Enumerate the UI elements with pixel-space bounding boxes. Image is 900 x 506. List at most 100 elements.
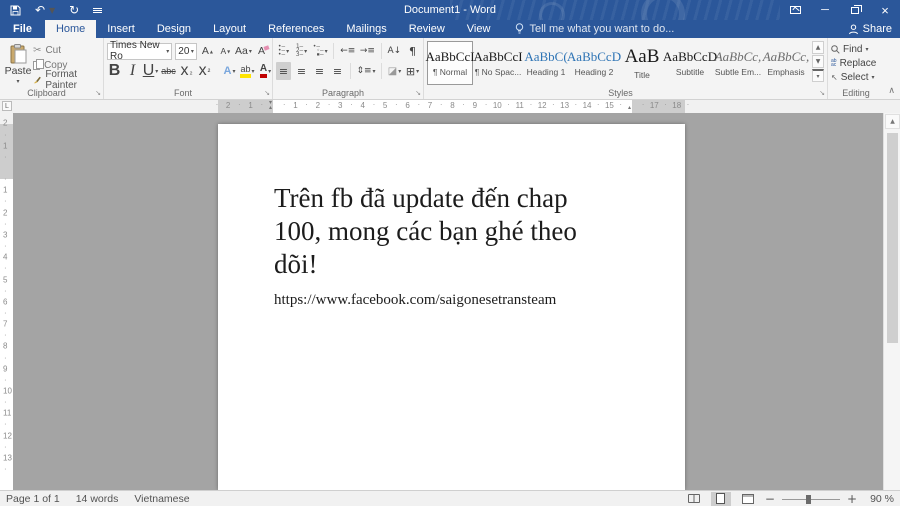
align-center-button[interactable]: ≡ bbox=[294, 62, 309, 80]
font-dialog-launcher-icon[interactable]: ↘ bbox=[264, 89, 270, 97]
ribbon-display-options-icon[interactable] bbox=[780, 0, 810, 20]
tab-view[interactable]: View bbox=[456, 20, 502, 38]
copy-icon bbox=[33, 61, 40, 70]
styles-gallery-more-icon[interactable]: ▾ bbox=[812, 69, 824, 82]
group-font: Times New Ro▾ 20▾ A▲ A▼ Aa▾ A B I U▾ abc… bbox=[104, 38, 273, 99]
tab-stop-selector[interactable]: L bbox=[2, 101, 12, 111]
tab-design[interactable]: Design bbox=[146, 20, 202, 38]
replace-button[interactable]: ab ac Replace bbox=[831, 56, 881, 70]
change-case-button[interactable]: Aa▾ bbox=[236, 42, 251, 60]
subscript-button[interactable]: x₂ bbox=[179, 62, 194, 80]
bullets-button[interactable]: •— •— •—▾ bbox=[276, 42, 291, 60]
decrease-indent-button[interactable]: ←≡ bbox=[339, 42, 356, 60]
align-left-button[interactable]: ≡ bbox=[276, 62, 291, 80]
style-heading-1[interactable]: AaBbC(Heading 1 bbox=[523, 41, 569, 85]
read-mode-button[interactable] bbox=[684, 492, 704, 506]
paste-button[interactable]: Paste ▾ bbox=[3, 41, 33, 87]
styles-dialog-launcher-icon[interactable]: ↘ bbox=[819, 89, 825, 97]
style-heading-2[interactable]: AaBbCcDHeading 2 bbox=[571, 41, 617, 85]
close-button[interactable]: × bbox=[870, 0, 900, 20]
indent-markers-icon[interactable]: ▾▴ bbox=[269, 100, 272, 110]
group-editing: Find▾ ab ac Replace ↖ Select▾ Editing bbox=[828, 38, 884, 99]
document-paragraph[interactable]: Trên fb đã update đến chap 100, mong các… bbox=[274, 182, 610, 281]
tab-insert[interactable]: Insert bbox=[96, 20, 146, 38]
cut-icon: ✂ bbox=[33, 45, 41, 56]
zoom-out-button[interactable]: − bbox=[765, 492, 775, 506]
scroll-up-icon[interactable]: ▲ bbox=[885, 114, 900, 129]
paste-dropdown-icon[interactable]: ▾ bbox=[17, 78, 20, 85]
style-normal[interactable]: AaBbCcI¶ Normal bbox=[427, 41, 473, 85]
collapse-ribbon-icon[interactable]: ∧ bbox=[888, 86, 895, 96]
borders-button[interactable]: ⊞▾ bbox=[405, 62, 420, 80]
vertical-ruler[interactable]: 2112345678910111213················· bbox=[0, 113, 13, 490]
style-title[interactable]: AaBTitle bbox=[619, 41, 665, 85]
replace-icon: ab ac bbox=[831, 59, 837, 67]
tab-home[interactable]: Home bbox=[45, 20, 96, 38]
borders-icon: ⊞ bbox=[406, 65, 415, 78]
sort-button[interactable]: A↓ bbox=[387, 42, 402, 60]
text-effects-button[interactable]: A▾ bbox=[222, 62, 237, 80]
web-layout-button[interactable] bbox=[738, 492, 758, 506]
print-layout-icon bbox=[716, 493, 725, 504]
language-status[interactable]: Vietnamese bbox=[134, 493, 189, 505]
paragraph-dialog-launcher-icon[interactable]: ↘ bbox=[415, 89, 421, 97]
numbering-button[interactable]: 1— 2— 3—▾ bbox=[294, 42, 309, 60]
format-painter-button[interactable]: Format Painter bbox=[33, 73, 100, 87]
font-color-button[interactable]: A▾ bbox=[258, 62, 273, 80]
shrink-font-button[interactable]: A▼ bbox=[218, 42, 233, 60]
document-link-text[interactable]: https://www.facebook.com/saigonesetranst… bbox=[274, 292, 556, 309]
word-count-status[interactable]: 14 words bbox=[76, 493, 119, 505]
multilevel-list-button[interactable]: •— ◦— ▪—▾ bbox=[312, 42, 328, 60]
tab-references[interactable]: References bbox=[257, 20, 335, 38]
style-no-spacing[interactable]: AaBbCcI¶ No Spac... bbox=[475, 41, 521, 85]
style-subtitle[interactable]: AaBbCcDSubtitle bbox=[667, 41, 713, 85]
highlight-color-button[interactable]: ab▾ bbox=[240, 62, 255, 80]
zoom-slider-thumb[interactable] bbox=[806, 495, 811, 504]
style-subtle-emphasis[interactable]: AaBbCc,Subtle Em... bbox=[715, 41, 761, 85]
underline-button[interactable]: U▾ bbox=[143, 62, 158, 80]
font-size-combobox[interactable]: 20▾ bbox=[175, 43, 197, 60]
styles-scroll-down-icon[interactable]: ▼ bbox=[812, 55, 824, 68]
bullets-icon: •— •— •— bbox=[278, 45, 285, 57]
zoom-in-button[interactable]: + bbox=[847, 492, 857, 506]
grow-font-button[interactable]: A▲ bbox=[200, 42, 215, 60]
italic-button[interactable]: I bbox=[125, 62, 140, 80]
select-button[interactable]: ↖ Select▾ bbox=[831, 70, 881, 84]
share-button[interactable]: Share bbox=[848, 20, 892, 38]
styles-scroll-up-icon[interactable]: ▲ bbox=[812, 41, 824, 54]
text-effects-icon: A bbox=[224, 65, 232, 77]
tab-layout[interactable]: Layout bbox=[202, 20, 257, 38]
tab-mailings[interactable]: Mailings bbox=[335, 20, 397, 38]
zoom-level[interactable]: 90 % bbox=[864, 493, 894, 505]
document-page[interactable]: Trên fb đã update đến chap 100, mong các… bbox=[218, 124, 685, 490]
superscript-button[interactable]: x² bbox=[197, 62, 212, 80]
cut-button[interactable]: ✂Cut bbox=[33, 43, 100, 57]
zoom-slider[interactable] bbox=[782, 493, 840, 505]
align-right-button[interactable]: ≡ bbox=[312, 62, 327, 80]
minimize-button[interactable]: ─ bbox=[810, 0, 840, 20]
group-clipboard: Paste ▾ ✂Cut Copy Format Painter ↘ Clipb… bbox=[0, 38, 104, 99]
show-paragraph-marks-button[interactable]: ¶ bbox=[405, 42, 420, 60]
find-icon bbox=[831, 45, 840, 54]
print-layout-button[interactable] bbox=[711, 492, 731, 506]
tell-me-box[interactable]: Tell me what you want to do... bbox=[515, 20, 674, 38]
tab-review[interactable]: Review bbox=[398, 20, 456, 38]
increase-indent-button[interactable]: →≡ bbox=[359, 42, 376, 60]
scrollbar-thumb[interactable] bbox=[887, 133, 898, 343]
tab-file[interactable]: File bbox=[0, 20, 45, 38]
bold-button[interactable]: B bbox=[107, 62, 122, 80]
right-indent-icon[interactable]: ▴ bbox=[628, 105, 631, 110]
line-spacing-button[interactable]: ⇕≡▾ bbox=[356, 62, 376, 80]
font-name-combobox[interactable]: Times New Ro▾ bbox=[107, 43, 172, 60]
find-button[interactable]: Find▾ bbox=[831, 42, 881, 56]
restore-button[interactable] bbox=[840, 0, 870, 20]
clear-formatting-button[interactable]: A bbox=[254, 42, 269, 60]
justify-button[interactable]: ≡ bbox=[330, 62, 345, 80]
vertical-scrollbar[interactable]: ▲ bbox=[883, 113, 900, 490]
strikethrough-button[interactable]: abc bbox=[161, 62, 176, 80]
style-emphasis[interactable]: AaBbCc,Emphasis bbox=[763, 41, 809, 85]
page-count-status[interactable]: Page 1 of 1 bbox=[6, 493, 60, 505]
clipboard-dialog-launcher-icon[interactable]: ↘ bbox=[95, 89, 101, 97]
shading-button[interactable]: ◪▾ bbox=[387, 62, 402, 80]
horizontal-ruler[interactable]: ▾▴ ▴ 211234567891011121314151718········… bbox=[218, 100, 685, 113]
